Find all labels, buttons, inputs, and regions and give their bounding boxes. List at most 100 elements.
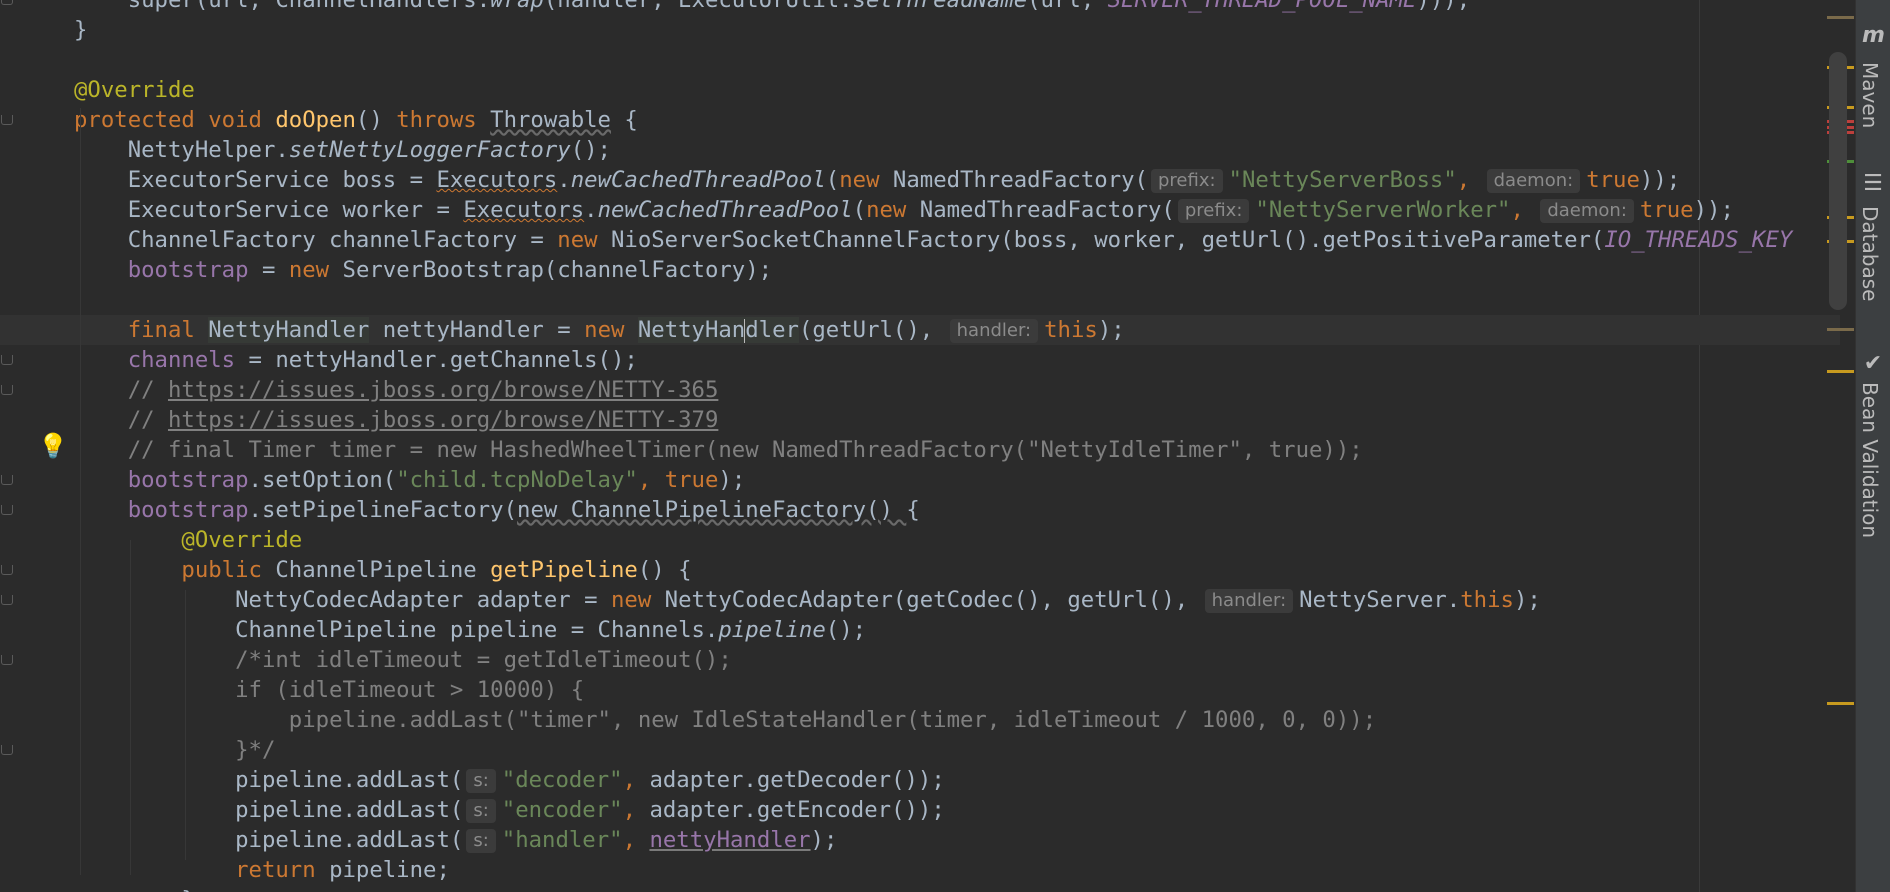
code-token: return — [235, 857, 330, 883]
code-token: = — [248, 257, 289, 283]
code-token: pipeline.addLast("timer", new IdleStateH… — [288, 707, 1377, 733]
code-token: /*int idleTimeout = getIdleTimeout(); — [235, 647, 732, 673]
code-line[interactable]: if (idleTimeout > 10000) { — [74, 675, 584, 705]
code-token: )); — [1693, 197, 1734, 223]
code-line[interactable]: /*int idleTimeout = getIdleTimeout(); — [74, 645, 732, 675]
code-token: (); — [570, 137, 611, 163]
stripe-mark[interactable] — [1827, 702, 1854, 705]
code-editor[interactable]: super(url, ChannelHandlers.wrap(handler,… — [0, 0, 1855, 892]
stripe-mark[interactable] — [1827, 370, 1854, 373]
code-token: }*/ — [235, 737, 276, 763]
database-icon: ☰ — [1863, 171, 1883, 196]
comment-link[interactable]: https://issues.jboss.org/browse/NETTY-36… — [168, 377, 718, 403]
code-token: (handler, ExecutorUtil. — [543, 0, 853, 13]
code-token: .setPipelineFactory( — [248, 497, 518, 523]
code-line[interactable]: final NettyHandler nettyHandler = new Ne… — [0, 315, 1855, 345]
code-line[interactable]: pipeline.addLast("timer", new IdleStateH… — [74, 705, 1376, 735]
code-line[interactable]: super(url, ChannelHandlers.wrap(handler,… — [74, 0, 1470, 15]
code-token: "NettyServerWorker" — [1255, 197, 1511, 223]
fold-marker-icon[interactable] — [0, 475, 14, 487]
code-token: , — [1510, 197, 1538, 223]
code-token: new — [288, 257, 343, 283]
code-line[interactable]: ChannelFactory channelFactory = new NioS… — [74, 225, 1793, 255]
code-line[interactable]: ExecutorService worker = Executors.newCa… — [74, 195, 1734, 225]
code-token: true — [1639, 197, 1694, 223]
code-token: ))); — [1416, 0, 1471, 13]
stripe-mark[interactable] — [1827, 16, 1854, 19]
tool-window-database[interactable]: ☰ Database — [1856, 168, 1890, 318]
lightbulb-icon[interactable]: 💡 — [38, 431, 68, 461]
code-line[interactable]: public ChannelPipeline getPipeline() { — [74, 555, 691, 585]
code-token: ); — [1097, 317, 1125, 343]
code-token: // final Timer timer = new HashedWheelTi… — [127, 437, 1363, 463]
code-token: new ChannelPipelineFactory() — [517, 497, 907, 523]
code-token: pipeline.addLast( — [235, 797, 464, 823]
indent-guide — [130, 540, 131, 875]
tool-window-label: Bean Validation — [1858, 382, 1882, 539]
code-token: // — [127, 407, 168, 433]
code-token: ExecutorService boss = — [127, 167, 437, 193]
comment-link[interactable]: https://issues.jboss.org/browse/NETTY-37… — [168, 407, 718, 433]
code-line[interactable]: protected void doOpen() throws Throwable… — [74, 105, 638, 135]
fold-marker-icon[interactable] — [0, 565, 14, 577]
fold-marker-icon[interactable] — [0, 385, 14, 397]
code-token: adapter.getEncoder()); — [649, 797, 945, 823]
code-token: getPipeline — [490, 557, 638, 583]
editor-gutter[interactable] — [0, 0, 22, 892]
code-line[interactable]: @Override — [74, 75, 195, 105]
code-line[interactable]: bootstrap.setOption("child.tcpNoDelay", … — [74, 465, 746, 495]
code-token: } — [74, 17, 88, 43]
code-token: if (idleTimeout > 10000) { — [235, 677, 585, 703]
code-token: new — [557, 227, 611, 253]
maven-icon: m — [1862, 23, 1885, 48]
code-token: final — [127, 317, 209, 343]
fold-marker-icon[interactable] — [0, 115, 14, 127]
code-line[interactable]: bootstrap = new ServerBootstrap(channelF… — [74, 255, 772, 285]
code-token: @Override — [181, 527, 303, 553]
parameter-hint: prefix: — [1177, 199, 1250, 223]
code-line[interactable]: ExecutorService boss = Executors.newCach… — [74, 165, 1680, 195]
stripe-mark[interactable] — [1827, 328, 1854, 331]
fold-marker-icon[interactable] — [0, 595, 14, 607]
code-line[interactable]: pipeline.addLast(s: "encoder", adapter.ge… — [74, 795, 945, 825]
code-token: ChannelPipeline pipeline = Channels. — [235, 617, 719, 643]
code-line[interactable]: @Override — [74, 525, 302, 555]
code-line[interactable]: // https://issues.jboss.org/browse/NETTY… — [74, 375, 719, 405]
code-line[interactable]: channels = nettyHandler.getChannels(); — [74, 345, 638, 375]
fold-marker-icon[interactable] — [0, 355, 14, 367]
fold-marker-icon[interactable] — [0, 505, 14, 517]
code-line[interactable]: NettyHelper.setNettyLoggerFactory(); — [74, 135, 611, 165]
code-line[interactable]: pipeline.addLast(s: "decoder", adapter.ge… — [74, 765, 945, 795]
code-token: newCachedThreadPool — [597, 197, 853, 223]
vertical-scrollbar-thumb[interactable] — [1829, 52, 1847, 310]
fold-marker-icon[interactable] — [0, 655, 14, 667]
code-line[interactable]: ChannelPipeline pipeline = Channels.pipe… — [74, 615, 866, 645]
code-line[interactable]: }*/ — [74, 735, 275, 765]
fold-marker-icon[interactable] — [0, 0, 14, 7]
code-token: , — [622, 797, 650, 823]
code-line[interactable]: } — [74, 15, 87, 45]
tool-window-bean-validation[interactable]: ✔ Bean Validation — [1856, 348, 1890, 548]
code-token: SERVER_THREAD_POOL_NAME — [1107, 0, 1417, 13]
fold-marker-icon[interactable] — [0, 745, 14, 757]
code-line[interactable]: bootstrap.setPipelineFactory(new Channel… — [74, 495, 920, 525]
code-line[interactable]: // final Timer timer = new HashedWheelTi… — [74, 435, 1363, 465]
code-line[interactable]: // https://issues.jboss.org/browse/NETTY… — [74, 405, 719, 435]
parameter-hint: handler: — [1204, 589, 1294, 613]
code-token: throws — [396, 107, 491, 133]
code-line[interactable]: pipeline.addLast(s: "handler", nettyHandl… — [74, 825, 837, 855]
code-line[interactable]: NettyCodecAdapter adapter = new NettyCod… — [74, 585, 1541, 615]
code-token: new — [866, 197, 920, 223]
code-token: NettyHandler — [208, 317, 370, 343]
code-token: wrap — [490, 0, 544, 13]
code-line[interactable]: } — [74, 885, 194, 892]
code-token: { — [610, 107, 638, 133]
tool-window-maven[interactable]: m Maven — [1856, 18, 1890, 138]
code-token: new — [610, 587, 665, 613]
